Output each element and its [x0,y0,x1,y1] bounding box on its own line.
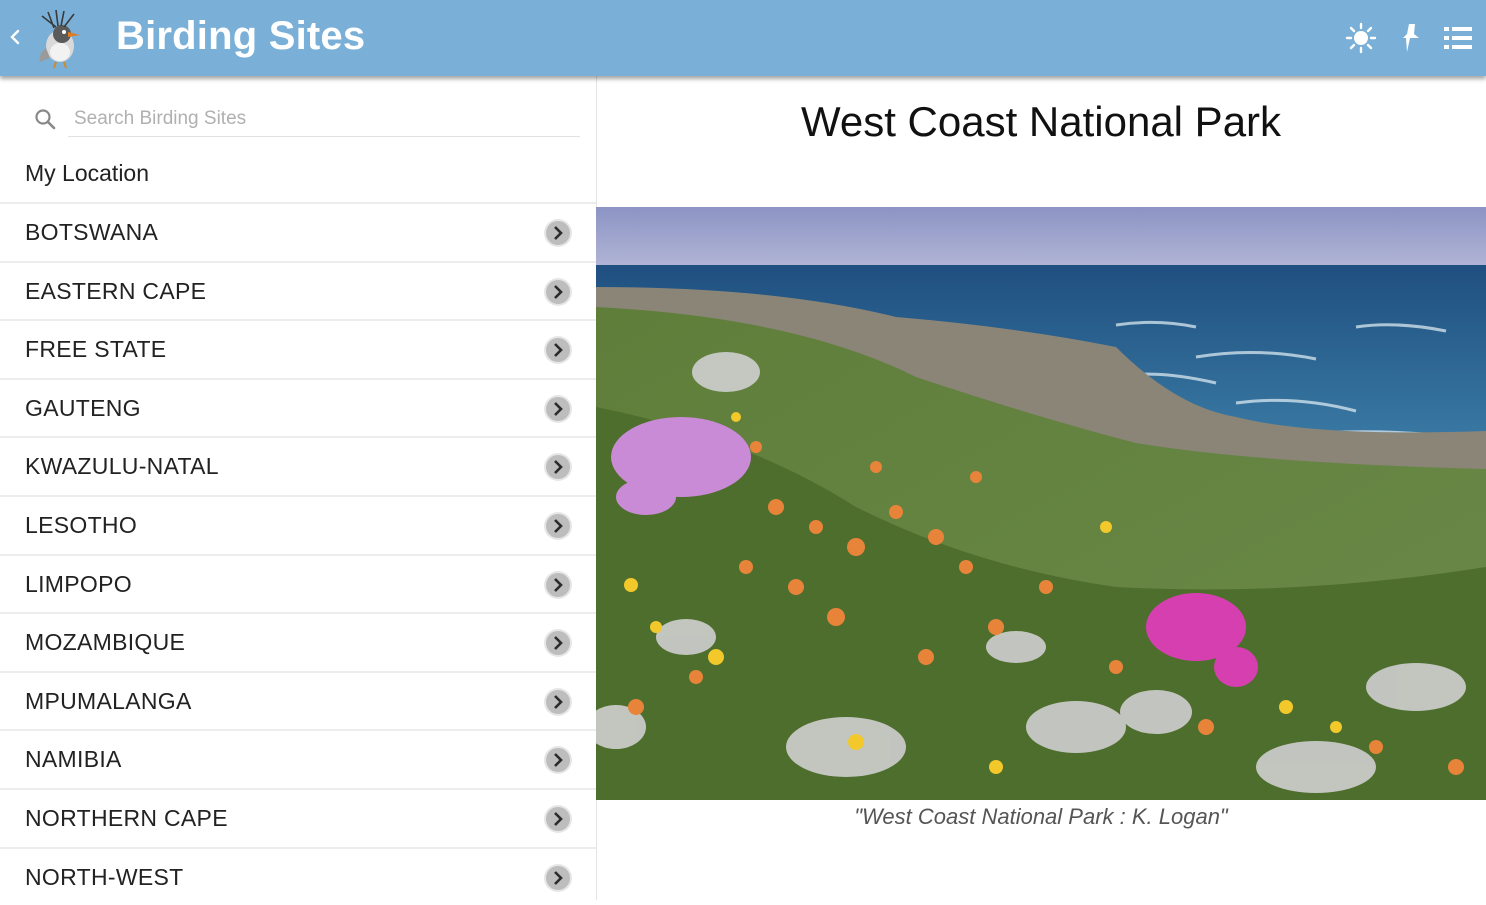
region-item-mozambique[interactable]: MOZAMBIQUE [0,614,596,673]
region-label: NAMIBIA [25,746,122,773]
region-item-lesotho[interactable]: LESOTHO [0,497,596,556]
region-label: LESOTHO [25,511,138,538]
site-photo [596,207,1486,800]
chevron-right-icon[interactable] [543,394,573,424]
brightness-icon[interactable] [1343,20,1379,56]
chevron-right-icon[interactable] [543,745,573,775]
search-input[interactable] [68,102,580,137]
site-detail: West Coast National Park "West Coast Nat… [596,76,1486,900]
region-item-mpumalanga[interactable]: MPUMALANGA [0,673,596,732]
region-list: BOTSWANA EASTERN CAPE FREE STATE GAUTENG… [0,204,596,905]
region-label: LIMPOPO [25,570,132,597]
region-label: NORTH-WEST [25,863,184,890]
chevron-right-icon[interactable] [543,277,573,307]
search-icon [35,109,56,130]
region-label: MPUMALANGA [25,687,192,714]
chevron-right-icon[interactable] [543,511,573,541]
chevron-right-icon[interactable] [543,452,573,482]
chevron-left-icon[interactable] [8,26,22,48]
photo-caption: "West Coast National Park : K. Logan" [854,804,1228,829]
region-item-botswana[interactable]: BOTSWANA [0,204,596,263]
my-location-item[interactable]: My Location [25,160,149,187]
app-bar: Birding Sites [0,0,1486,76]
region-label: MOZAMBIQUE [25,629,186,656]
region-label: FREE STATE [25,336,167,363]
search-bar [30,102,580,138]
app-title: Birding Sites [116,14,366,58]
region-item-kwazulu-natal[interactable]: KWAZULU-NATAL [0,438,596,497]
chevron-right-icon[interactable] [543,628,573,658]
list-icon[interactable] [1440,20,1476,56]
bird-logo-icon [39,9,80,68]
site-title: West Coast National Park [800,98,1282,145]
map-pin-icon[interactable] [1393,20,1429,56]
region-label: NORTHERN CAPE [25,804,228,831]
region-item-northern-cape[interactable]: NORTHERN CAPE [0,790,596,849]
region-item-gauteng[interactable]: GAUTENG [0,380,596,439]
chevron-right-icon[interactable] [543,804,573,834]
chevron-right-icon[interactable] [543,570,573,600]
region-item-free-state[interactable]: FREE STATE [0,321,596,380]
region-label: BOTSWANA [25,219,159,245]
region-item-eastern-cape[interactable]: EASTERN CAPE [0,263,596,322]
region-item-limpopo[interactable]: LIMPOPO [0,556,596,615]
region-label: KWAZULU-NATAL [25,453,219,480]
region-label: GAUTENG [25,394,141,421]
sidebar: My Location BOTSWANA EASTERN CAPE FREE S… [0,76,597,900]
chevron-right-icon[interactable] [543,218,573,248]
chevron-right-icon[interactable] [543,335,573,365]
chevron-right-icon[interactable] [543,863,573,893]
region-item-north-west[interactable]: NORTH-WEST [0,849,596,905]
chevron-right-icon[interactable] [543,687,573,717]
region-label: EASTERN CAPE [25,277,207,304]
region-item-namibia[interactable]: NAMIBIA [0,731,596,790]
